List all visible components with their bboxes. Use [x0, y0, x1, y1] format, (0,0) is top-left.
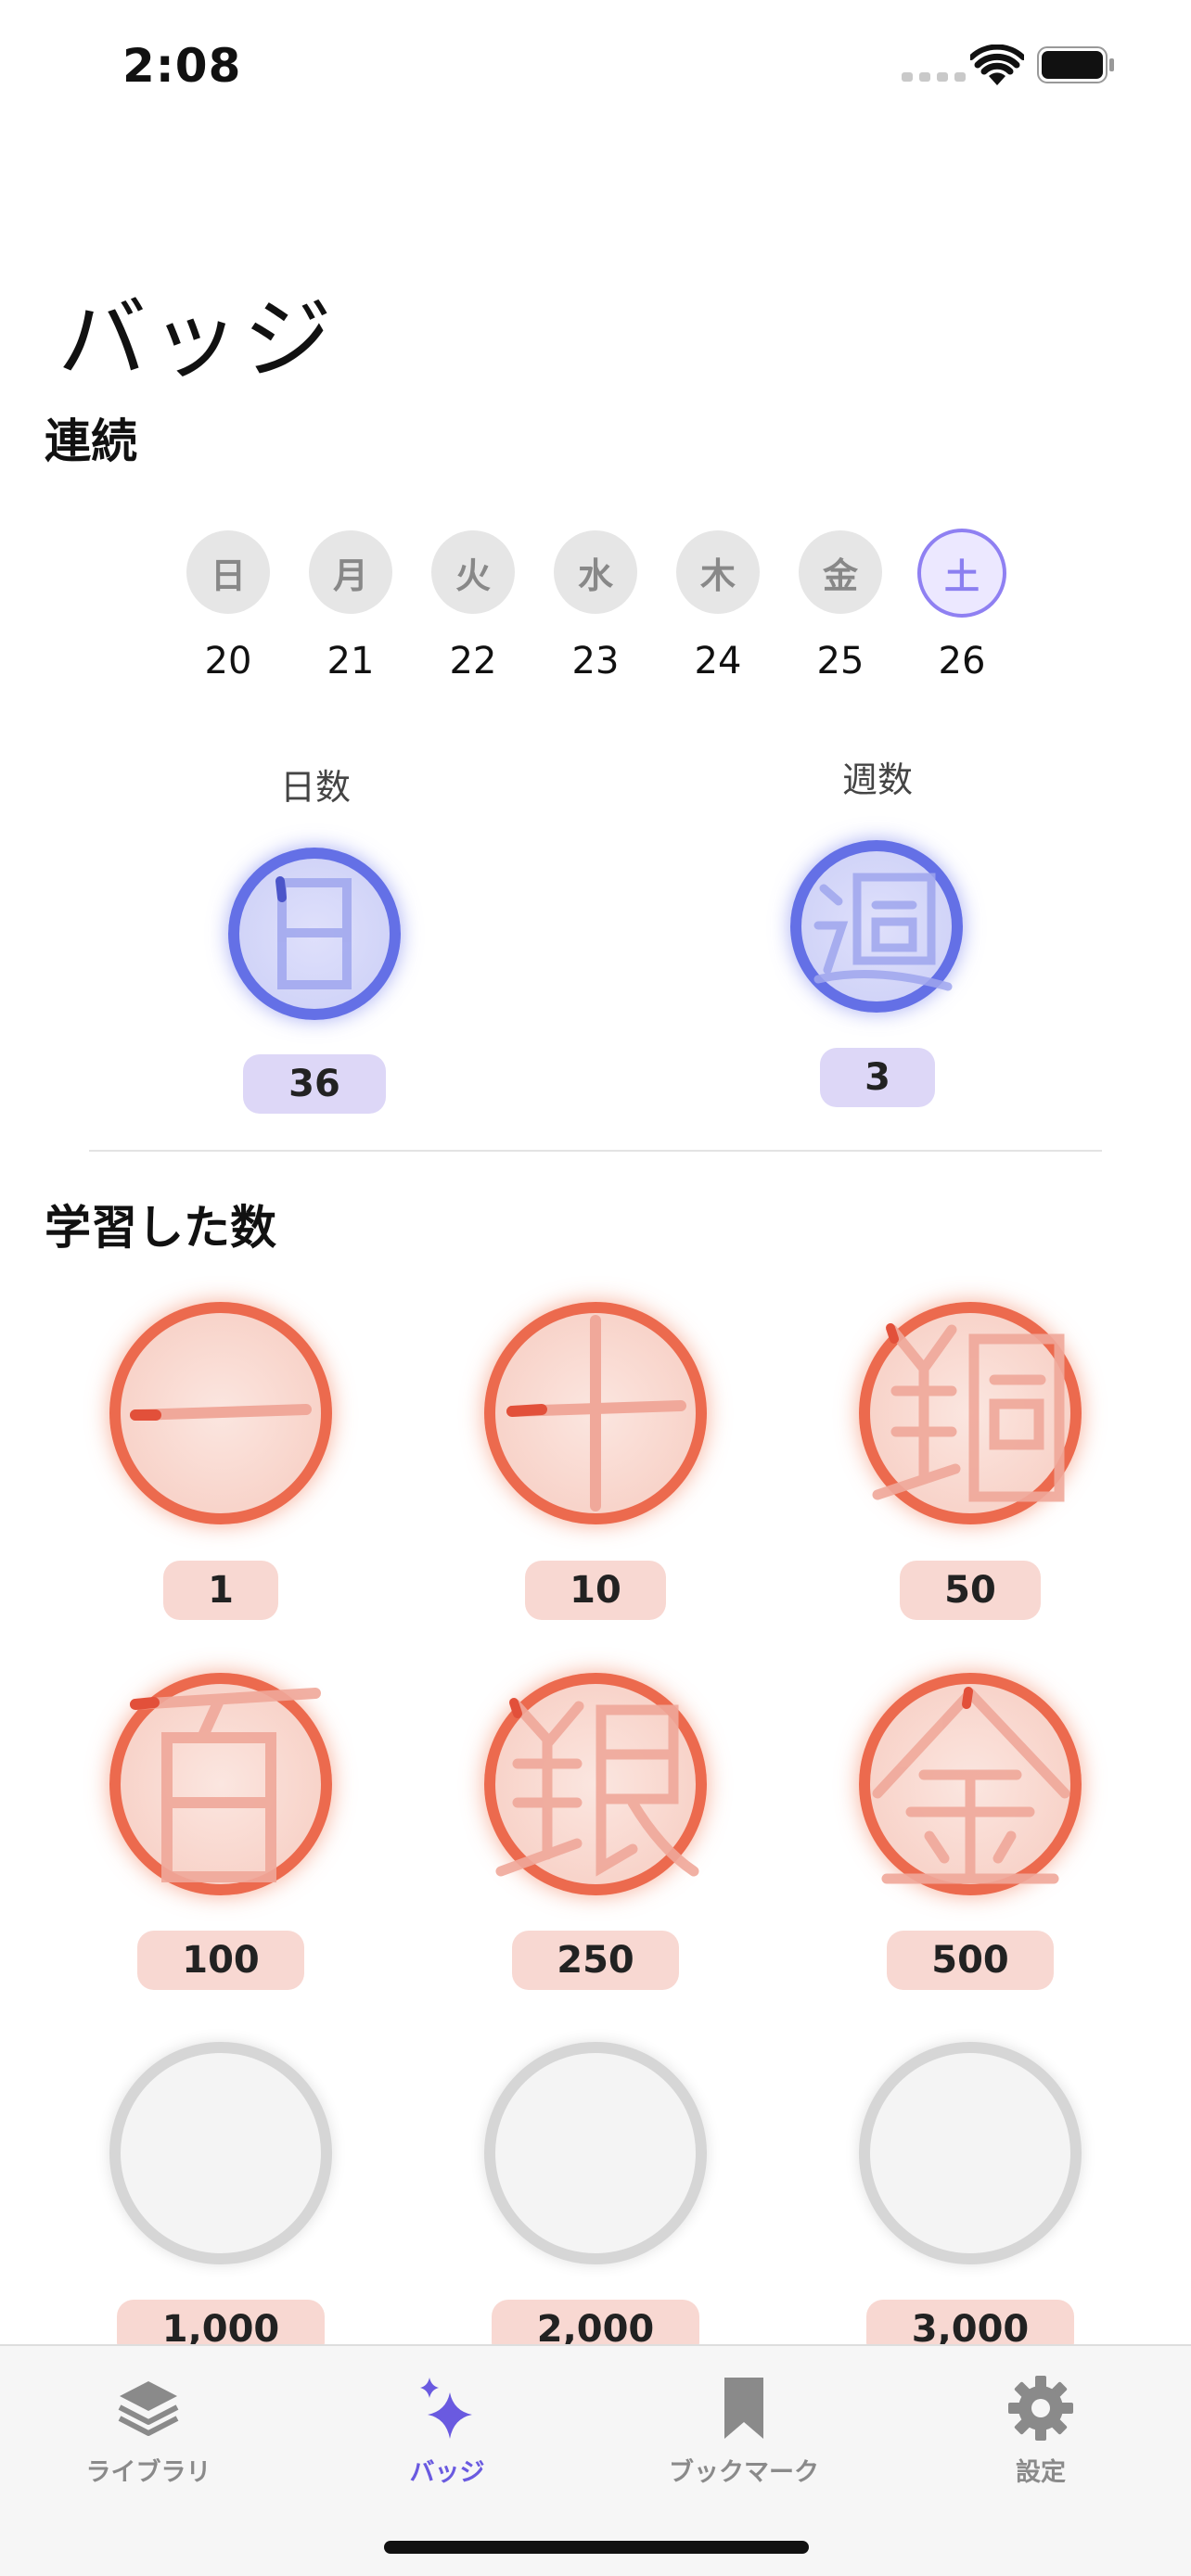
day-circle: 火	[431, 530, 515, 614]
day-circle: 水	[554, 530, 637, 614]
badge-learned-1000-locked[interactable]	[109, 2042, 332, 2264]
cellular-signal-icon	[902, 72, 966, 82]
tab-label: ブックマーク	[669, 2458, 819, 2487]
kanji-hundred-icon	[130, 1688, 321, 1882]
bookmark-icon	[724, 2378, 763, 2439]
status-time: 2:08	[122, 39, 242, 93]
badge-value: 250	[512, 1931, 679, 1990]
battery-icon	[1037, 46, 1114, 83]
badge-learned-100[interactable]	[109, 1673, 332, 1895]
kanji-one-icon	[130, 1404, 312, 1421]
badge-learned-3000-locked[interactable]	[859, 2042, 1082, 2264]
day-date: 21	[327, 640, 375, 682]
badge-learned-500[interactable]	[859, 1673, 1082, 1895]
badge-learned-2000-locked[interactable]	[484, 2042, 707, 2264]
badge-value: 500	[887, 1931, 1054, 1990]
page-title: バッジ	[58, 287, 336, 391]
badge-value: 10	[525, 1561, 666, 1620]
tab-settings[interactable]: 設定	[929, 2374, 1152, 2488]
badge-learned-1[interactable]	[109, 1302, 332, 1524]
day-date: 24	[694, 640, 742, 682]
day-circle: 月	[309, 530, 392, 614]
kanji-day-icon	[275, 876, 352, 989]
day-date: 22	[449, 640, 497, 682]
day-circle: 金	[799, 530, 882, 614]
badge-learned-50[interactable]	[859, 1302, 1082, 1524]
badge-value: 50	[900, 1561, 1041, 1620]
week-count-label: 週数	[841, 759, 913, 800]
badge-value: 100	[137, 1931, 304, 1990]
stack-icon	[118, 2381, 179, 2436]
learned-section-title: 学習した数	[45, 1201, 276, 1255]
wifi-icon	[970, 45, 1024, 85]
day-streak-badge[interactable]	[228, 848, 401, 1020]
gear-icon	[1008, 2376, 1073, 2441]
day-date: 23	[571, 640, 620, 682]
tab-label: バッジ	[409, 2458, 485, 2487]
tab-library[interactable]: ライブラリ	[37, 2374, 260, 2488]
kanji-copper-icon	[872, 1323, 1065, 1502]
tab-label: 設定	[1016, 2458, 1066, 2487]
day-count-value: 36	[243, 1054, 386, 1114]
badge-learned-250[interactable]	[484, 1673, 707, 1895]
tab-badges[interactable]: バッジ	[336, 2374, 558, 2488]
day-date: 26	[938, 640, 986, 682]
sparkles-icon	[420, 2378, 472, 2439]
day-circle-today: 土	[917, 529, 1006, 618]
tab-bookmarks[interactable]: ブックマーク	[633, 2374, 855, 2488]
week-count-value: 3	[820, 1048, 935, 1107]
kanji-ten-icon	[506, 1315, 686, 1511]
tab-label: ライブラリ	[85, 2458, 211, 2487]
day-circle: 日	[186, 530, 270, 614]
day-date: 20	[204, 640, 252, 682]
day-count-label: 日数	[279, 767, 351, 808]
kanji-week-icon	[813, 873, 953, 991]
streak-section-title: 連続	[45, 414, 137, 468]
section-divider	[89, 1150, 1102, 1152]
week-streak-badge[interactable]	[790, 840, 963, 1013]
badge-learned-10[interactable]	[484, 1302, 707, 1524]
home-indicator[interactable]	[384, 2541, 809, 2554]
kanji-gold-icon	[872, 1687, 1070, 1884]
badge-value: 1	[163, 1561, 278, 1620]
day-circle: 木	[676, 530, 760, 614]
kanji-silver-icon	[495, 1698, 699, 1877]
day-date: 25	[816, 640, 864, 682]
